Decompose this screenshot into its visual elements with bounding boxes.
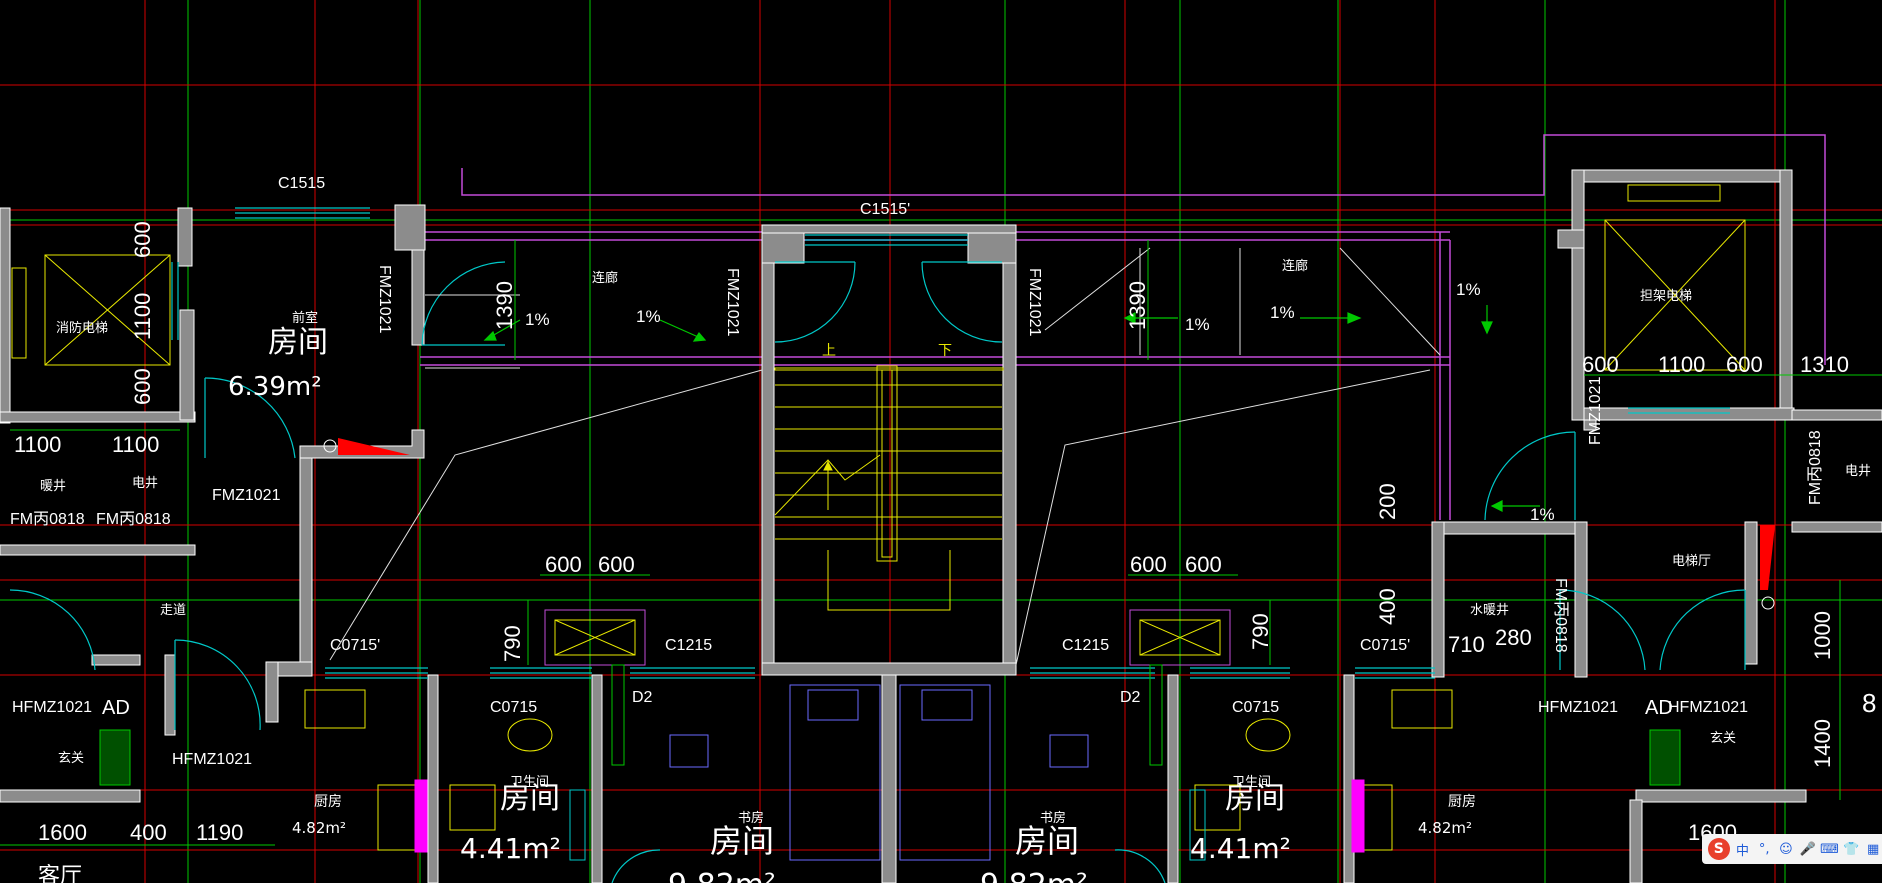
slope-3: 1% — [1185, 315, 1210, 334]
foyer-right-label: 玄关 — [1710, 731, 1736, 746]
dim-600-d: 600 — [1185, 552, 1222, 577]
door-tag-fm-stair-right: FMZ1021 — [1026, 268, 1043, 337]
cad-drawing-canvas[interactable]: 前室 房间 6.39m² 卫生间 房间 4.41m² 书房 房间 9.82m² … — [0, 0, 1882, 883]
dim-280: 280 — [1495, 625, 1532, 650]
dim-1390-right: 1390 — [1125, 281, 1150, 330]
corridor-label-right: 连廊 — [1282, 258, 1308, 274]
dim-left-600-bot: 600 — [130, 368, 155, 405]
dim-1600-left: 1600 — [38, 820, 87, 845]
window-tag-c1215-left: C1215 — [665, 637, 712, 654]
door-tag-hfm-right: HFMZ1021 — [1538, 699, 1618, 716]
dim-710: 710 — [1448, 632, 1485, 657]
door-tag-ad-left: AD — [102, 697, 130, 719]
dim-400: 400 — [1375, 588, 1400, 625]
door-tag-hfm-right2: HFMZ1021 — [1668, 699, 1748, 716]
dim-600-a: 600 — [545, 552, 582, 577]
door-tag-hfm-left: HFMZ1021 — [12, 699, 92, 716]
ime-punct-toggle[interactable]: °, — [1755, 840, 1773, 858]
slope-5: 1% — [1456, 280, 1481, 299]
room-label-study-left: 房间 — [710, 822, 774, 860]
slope-2: 1% — [636, 307, 661, 326]
door-tag-fm-left-room: FMZ1021 — [212, 487, 281, 504]
elec-shaft-label: 电井 — [132, 476, 158, 491]
door-tag-fmb-water: FM丙0818 — [1552, 578, 1569, 653]
door-tag-fmb-elec: FM丙0818 — [96, 511, 171, 528]
foyer-left-label: 玄关 — [58, 751, 84, 766]
ime-logo-icon[interactable]: S — [1708, 838, 1730, 860]
dim-1100-b: 1100 — [112, 432, 159, 457]
dim-600-f: 600 — [1726, 352, 1763, 377]
room-area-study-right: 9.82m² — [980, 868, 1088, 883]
ime-lang-toggle[interactable]: 中 — [1734, 840, 1752, 859]
window-tag-c0715-left: C0715 — [490, 699, 537, 716]
ime-keyboard-icon[interactable]: ⌨ — [1820, 840, 1839, 858]
ime-menu-icon[interactable]: ▦ — [1864, 840, 1882, 858]
dim-600-b: 600 — [598, 552, 635, 577]
kitchen-right-label: 厨房 — [1448, 794, 1476, 810]
door-tag-hfm-left2: HFMZ1021 — [172, 751, 252, 768]
room-label-bath-left: 房间 — [500, 781, 560, 816]
kitchen-left-area: 4.82m² — [292, 819, 346, 837]
dim-1400: 1400 — [1810, 719, 1835, 768]
dim-left-1100: 1100 — [130, 293, 155, 340]
corridor-label-left: 连廊 — [592, 270, 618, 286]
kitchen-right-area: 4.82m² — [1418, 819, 1472, 837]
fire-elevator-label: 消防电梯 — [56, 320, 108, 336]
lounge-partial-label: 客厅 — [38, 864, 82, 883]
dim-1390-left: 1390 — [492, 281, 517, 330]
dim-790-left: 790 — [500, 625, 525, 662]
room-area-front: 6.39m² — [228, 372, 322, 402]
room-label-bath-right: 房间 — [1225, 781, 1285, 816]
dim-600-c: 600 — [1130, 552, 1167, 577]
room-name-front: 前室 — [292, 310, 318, 326]
room-area-bath-left: 4.41m² — [460, 832, 561, 865]
ime-emoji-icon[interactable]: ☺ — [1777, 840, 1795, 858]
dim-1190: 1190 — [196, 820, 243, 845]
window-tag-c0715-right: C0715 — [1232, 699, 1279, 716]
door-tag-fm-right: FMZ1021 — [1587, 376, 1604, 445]
dim-1100-c: 1100 — [1658, 352, 1705, 377]
window-tag-c1515p: C1515' — [860, 201, 910, 218]
dim-left-600-top: 600 — [130, 221, 155, 258]
water-hvac-shaft-label: 水暖井 — [1470, 603, 1509, 618]
door-tag-d2-right: D2 — [1120, 689, 1141, 706]
slope-4: 1% — [1270, 303, 1295, 322]
dim-790-right: 790 — [1248, 613, 1273, 650]
stair-up-label: 上 — [822, 343, 836, 359]
hallway-label: 走道 — [160, 603, 186, 618]
window-tag-c1215-right: C1215 — [1062, 637, 1109, 654]
dim-1310: 1310 — [1800, 352, 1849, 377]
dim-1000: 1000 — [1810, 611, 1835, 660]
door-tag-fmb-right: FM丙0818 — [1807, 430, 1824, 505]
dim-8-edge: 8 — [1862, 688, 1876, 718]
door-tag-d2-left: D2 — [632, 689, 653, 706]
room-area-bath-right: 4.41m² — [1190, 832, 1291, 865]
door-tag-fm-front: FMZ1021 — [376, 265, 393, 334]
door-tag-fmb-hvac: FM丙0818 — [10, 511, 85, 528]
door-tag-fm-stair-left: FMZ1021 — [724, 268, 741, 337]
stair-down-label: 下 — [938, 343, 952, 359]
stretcher-elevator-label: 担架电梯 — [1640, 289, 1692, 304]
window-tag-c0715p-right: C0715' — [1360, 637, 1410, 654]
window-tag-c1515: C1515 — [278, 175, 325, 192]
ime-mic-icon[interactable]: 🎤 — [1799, 840, 1817, 858]
hvac-shaft-label: 暖井 — [40, 479, 66, 494]
room-label-front: 房间 — [268, 325, 328, 360]
window-tag-c0715p-left: C0715' — [330, 637, 380, 654]
elevator-hall-label: 电梯厅 — [1672, 554, 1711, 569]
elec-shaft-right-label: 电井 — [1845, 464, 1871, 479]
room-label-study-right: 房间 — [1015, 822, 1079, 860]
room-area-study-left: 9.82m² — [668, 868, 776, 883]
dim-200: 200 — [1375, 483, 1400, 520]
slope-1: 1% — [525, 310, 550, 329]
kitchen-left-label: 厨房 — [314, 794, 342, 810]
ime-skin-icon[interactable]: 👕 — [1843, 840, 1861, 858]
dim-600-e: 600 — [1582, 352, 1619, 377]
dim-1100-a: 1100 — [14, 432, 61, 457]
dim-400-bottom: 400 — [130, 820, 167, 845]
door-tag-ad-right: AD — [1645, 697, 1673, 719]
ime-toolbar[interactable]: S 中 °, ☺ 🎤 ⌨ 👕 ▦ — [1702, 834, 1882, 864]
slope-6: 1% — [1530, 505, 1555, 524]
